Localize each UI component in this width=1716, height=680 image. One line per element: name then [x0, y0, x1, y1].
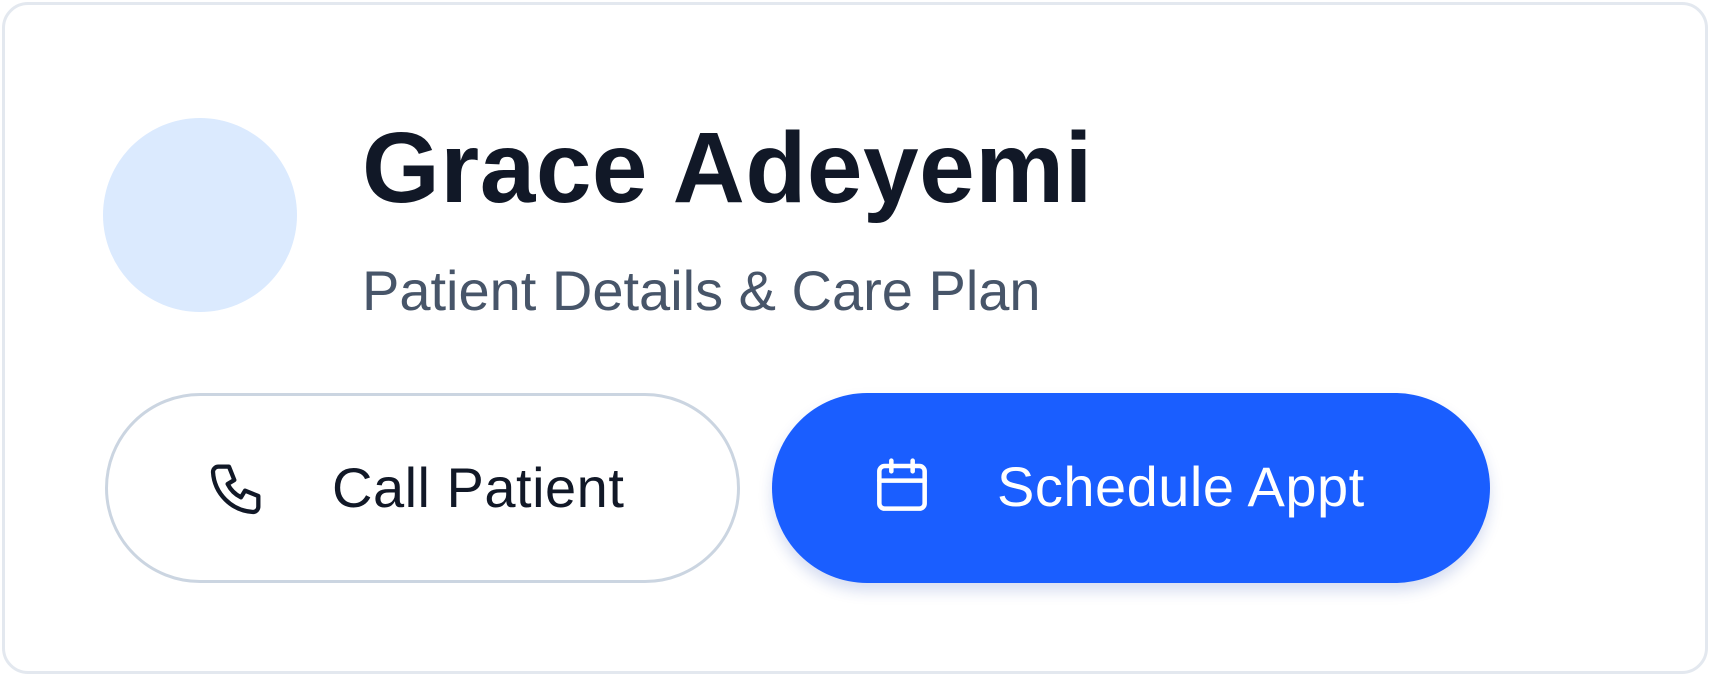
patient-card: Grace Adeyemi Patient Details & Care Pla…	[2, 2, 1708, 674]
patient-subtitle: Patient Details & Care Plan	[362, 259, 1041, 322]
patient-name: Grace Adeyemi	[362, 112, 1093, 224]
call-patient-button[interactable]: Call Patient	[105, 393, 740, 583]
schedule-appt-label: Schedule Appt	[997, 455, 1365, 518]
schedule-appt-button[interactable]: Schedule Appt	[772, 393, 1490, 583]
avatar	[103, 118, 297, 312]
phone-icon	[210, 464, 261, 515]
call-patient-label: Call Patient	[332, 456, 625, 519]
calendar-icon	[877, 458, 927, 511]
